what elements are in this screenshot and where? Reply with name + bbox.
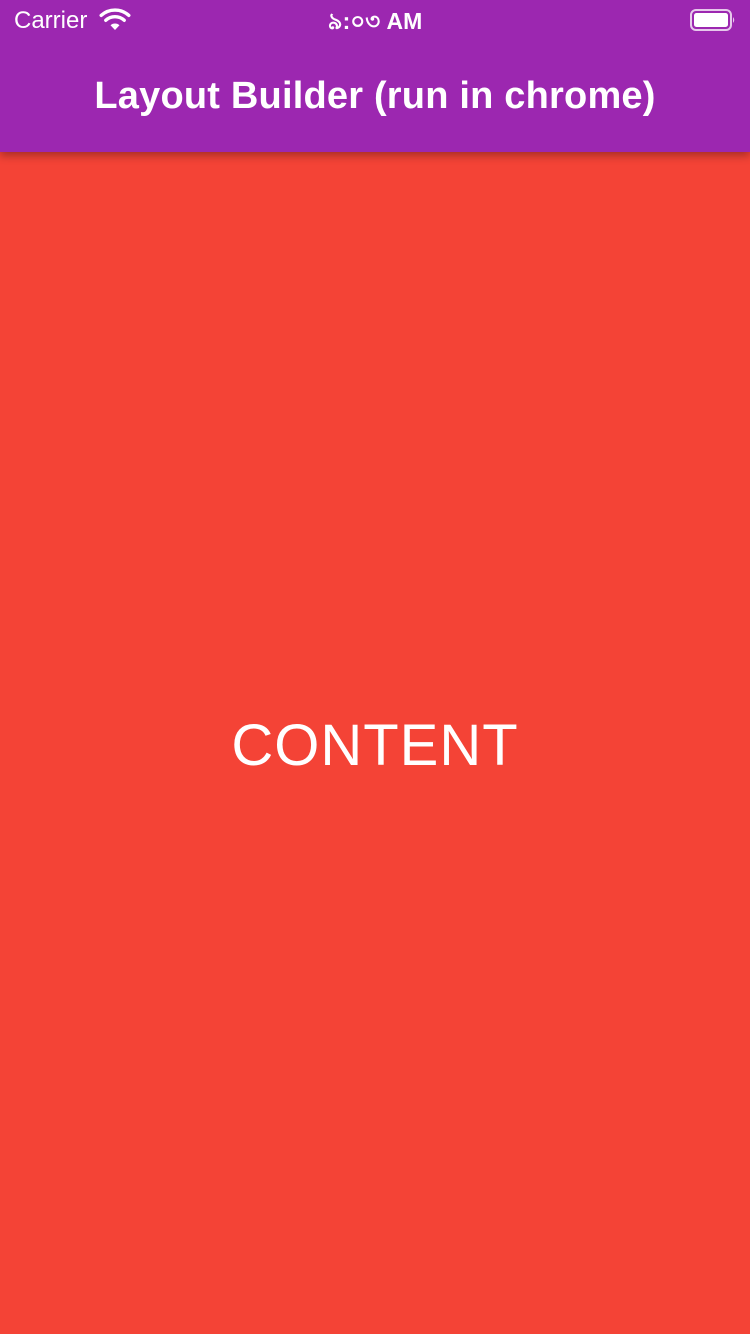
status-time: ৯:০৩ AM [327,8,423,34]
status-bar: Carrier ৯:০৩ AM [0,0,750,40]
app-title: Layout Builder (run in chrome) [94,75,656,117]
app-bar: Carrier ৯:০৩ AM Layout Builder (run in c… [0,0,750,152]
content-label: CONTENT [231,713,519,778]
battery-icon [690,9,735,31]
content-area: CONTENT [0,152,750,1334]
